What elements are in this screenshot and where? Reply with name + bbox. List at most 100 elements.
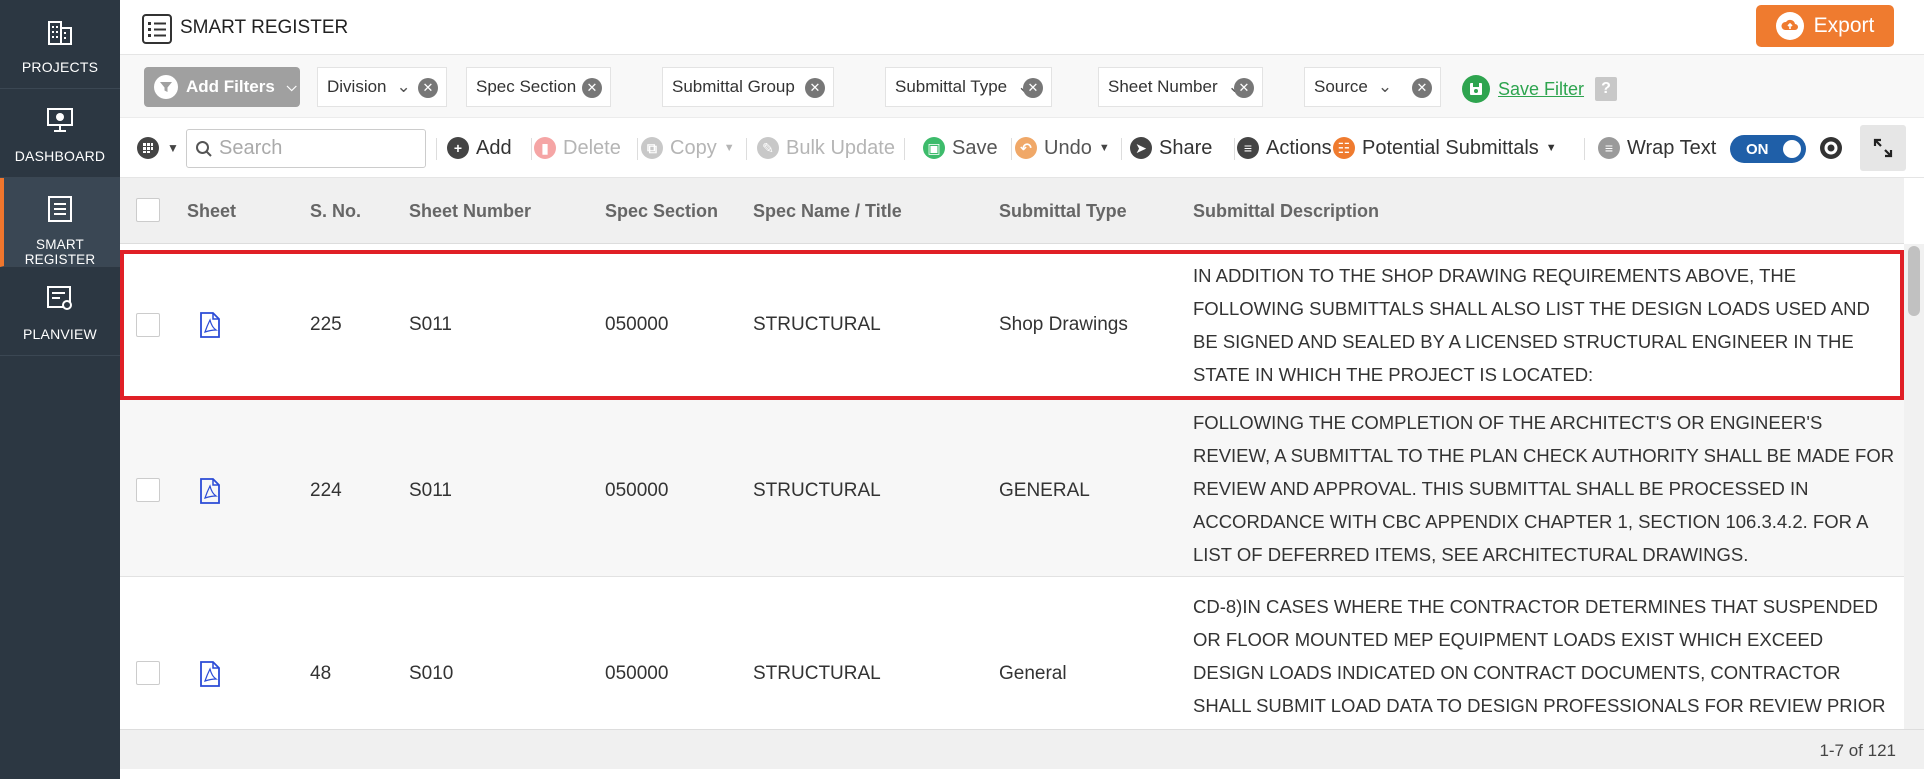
chevron-down-icon: ⌄ [1377,77,1393,96]
toggle-state-label: ON [1746,140,1769,158]
toolbar-divider [637,138,638,160]
add-filters-button[interactable]: Add Filters ⌵ [144,67,300,107]
filter-spec-section[interactable]: Spec Section⌄ ✕ [466,67,611,107]
sidebar-item-smart-register[interactable]: SMART REGISTER [0,178,120,267]
filter-label: Source [1314,77,1368,96]
row-checkbox[interactable] [136,661,160,685]
clear-filter-icon[interactable]: ✕ [1023,78,1043,98]
fullscreen-button[interactable] [1860,125,1906,171]
trash-icon: ▮ [534,137,556,159]
toolbar-divider [1234,138,1235,160]
copy-icon: ⧉ [641,137,663,159]
clear-filter-icon[interactable]: ✕ [1234,78,1254,98]
submittal-type-cell: GENERAL [999,480,1090,501]
table-row[interactable]: 224 S011 050000 STRUCTURAL GENERAL FOLLO… [120,400,1904,577]
clear-filter-icon[interactable]: ✕ [418,78,438,98]
page-header: SMART REGISTER Export [120,0,1924,55]
row-checkbox[interactable] [136,478,160,502]
column-header-sheet-number[interactable]: Sheet Number [409,201,531,222]
plus-icon: + [447,137,469,159]
clear-filter-icon[interactable]: ✕ [805,78,825,98]
filter-source[interactable]: Source ⌄ ✕ [1304,67,1441,107]
share-label: Share [1159,136,1213,159]
select-all-checkbox[interactable] [136,198,160,222]
building-icon [48,21,72,45]
register-icon [48,196,72,222]
search-icon [196,140,212,157]
table-row[interactable]: 48 S010 050000 STRUCTURAL General CD-8)I… [120,577,1904,729]
grid-icon [137,137,159,159]
filter-sheet-number[interactable]: Sheet Number⌄ ✕ [1098,67,1263,107]
clear-filter-icon[interactable]: ✕ [582,78,602,98]
filter-label: Submittal Group [672,77,795,96]
sidebar-item-dashboard[interactable]: DASHBOARD [0,89,120,178]
save-icon [1462,75,1490,103]
column-header-sheet[interactable]: Sheet [187,201,236,222]
potential-submittals-button[interactable]: ☷ Potential Submittals ▼ [1333,118,1557,178]
toggle-knob [1783,140,1801,158]
actions-label: Actions [1266,136,1332,159]
delete-label: Delete [563,136,621,159]
column-header-s-no[interactable]: S. No. [310,201,361,222]
pagination-count: 1-7 of 121 [1819,741,1896,760]
pdf-icon[interactable] [199,478,221,504]
row-checkbox[interactable] [136,313,160,337]
s-no-cell: 48 [310,663,332,684]
filter-division[interactable]: Division ⌄ ✕ [317,67,447,107]
column-header-spec-section[interactable]: Spec Section [605,201,718,222]
search-input[interactable] [219,137,409,160]
column-header-spec-name[interactable]: Spec Name / Title [753,201,902,222]
add-button[interactable]: + Add [447,118,512,178]
search-box[interactable] [186,129,426,168]
toolbar-divider [1121,138,1122,160]
share-button[interactable]: ➤ Share [1130,118,1212,178]
sidebar-item-label: PLANVIEW [23,326,97,342]
column-header-submittal-type[interactable]: Submittal Type [999,201,1127,222]
s-no-cell: 225 [310,314,342,335]
submittal-type-cell: General [999,663,1067,684]
s-no-cell: 224 [310,480,342,501]
spec-name-cell: STRUCTURAL [753,480,881,501]
toolbar-divider [1011,138,1012,160]
undo-button[interactable]: ↶ Undo ▼ [1015,118,1110,178]
sidebar-item-planview[interactable]: PLANVIEW [0,267,120,356]
vertical-scrollbar[interactable] [1904,244,1924,729]
delete-button[interactable]: ▮ Delete [534,118,621,178]
sidebar-item-projects[interactable]: PROJECTS [0,0,120,89]
save-filter-link[interactable]: Save Filter [1462,75,1584,103]
pdf-icon[interactable] [199,312,221,338]
scrollbar-thumb[interactable] [1908,246,1920,316]
caret-down-icon: ▼ [1098,142,1110,154]
pdf-icon[interactable] [199,661,221,687]
copy-button[interactable]: ⧉ Copy ▼ [641,118,735,178]
bulk-update-label: Bulk Update [786,136,895,159]
grid-menu-button[interactable]: ▼ [136,118,179,178]
list-icon: ≡ [1237,137,1259,159]
gear-icon[interactable] [1818,135,1844,161]
bulk-update-button[interactable]: ✎ Bulk Update [757,118,895,178]
table-row[interactable]: 225 S011 050000 STRUCTURAL Shop Drawings… [120,250,1904,400]
wrap-text-icon: ≡ [1598,137,1620,159]
table-header: Sheet S. No. Sheet Number Spec Section S… [120,178,1904,244]
sidebar: PROJECTS DASHBOARD SMART REGISTER PLANVI… [0,0,120,779]
save-button[interactable]: ▣ Save [923,118,998,178]
sidebar-item-label: PROJECTS [21,59,99,75]
wrap-text-toggle[interactable]: ON [1730,135,1806,163]
actions-button[interactable]: ≡ Actions [1237,118,1332,178]
wrap-text-label-group: ≡ Wrap Text [1598,118,1716,178]
chevron-down-icon: ⌵ [286,79,297,94]
column-header-submittal-description[interactable]: Submittal Description [1193,201,1379,222]
sheet-number-cell: S011 [409,480,452,501]
toolbar-divider [531,138,532,160]
copy-label: Copy [670,136,717,159]
clear-filter-icon[interactable]: ✕ [1412,78,1432,98]
add-label: Add [476,136,512,159]
help-icon[interactable]: ? [1595,77,1617,101]
filter-submittal-type[interactable]: Submittal Type⌄ ✕ [885,67,1052,107]
caret-down-icon: ▼ [723,142,735,154]
sidebar-item-label: SMART REGISTER [24,237,96,267]
filter-submittal-group[interactable]: Submittal Group⌄ ✕ [662,67,834,107]
filter-label: Division [327,77,387,96]
filter-label: Spec Section [476,77,577,96]
export-button[interactable]: Export [1756,5,1894,47]
